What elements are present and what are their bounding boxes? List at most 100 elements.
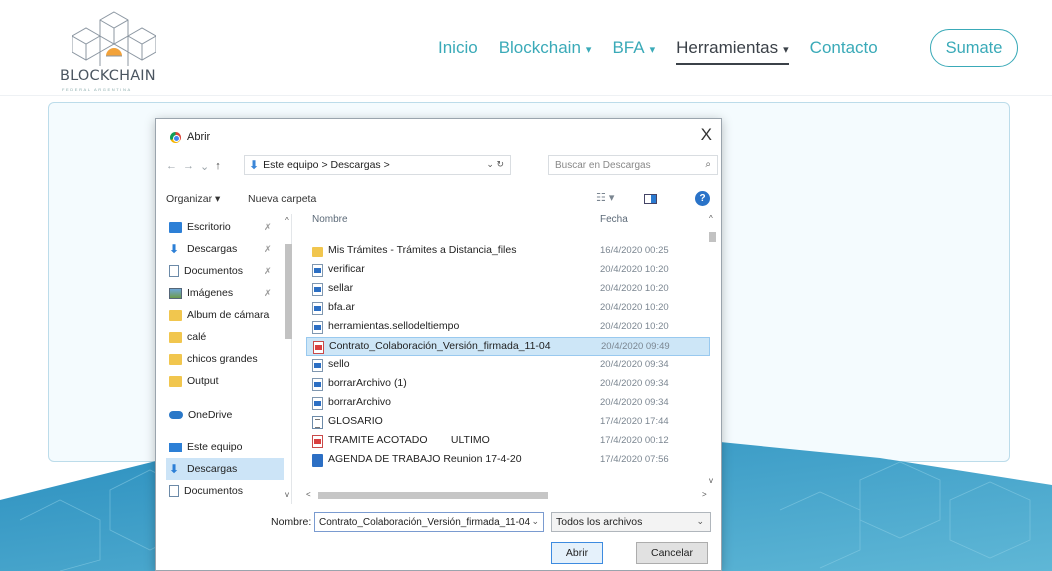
navigation-pane: Escritorio ✗ ⬇ Descargas ✗ Documentos ✗ … bbox=[166, 214, 292, 504]
view-options-icon[interactable]: ☷ ▾ bbox=[596, 191, 614, 204]
scrollbar-thumb[interactable] bbox=[285, 244, 292, 339]
forward-icon[interactable]: → bbox=[183, 160, 194, 172]
pin-icon: ✗ bbox=[264, 221, 272, 232]
file-row[interactable]: borrarArchivo (1) 20/4/2020 09:34 bbox=[306, 375, 710, 394]
scroll-up-icon[interactable]: ^ bbox=[285, 216, 289, 225]
sidebar-item-label: Escritorio bbox=[187, 221, 231, 233]
navigation-scrollbar[interactable]: ^ v bbox=[285, 216, 293, 499]
nav-label: Herramientas bbox=[676, 38, 779, 57]
back-icon[interactable]: ← bbox=[166, 160, 177, 172]
file-row[interactable]: sellar 20/4/2020 10:20 bbox=[306, 280, 710, 299]
file-row[interactable]: AGENDA DE TRABAJO Reunion 17-4-20 17/4/2… bbox=[306, 451, 710, 470]
filename-label: Nombre: bbox=[271, 516, 312, 528]
document-file-icon bbox=[312, 416, 323, 429]
sidebar-item-label: calé bbox=[187, 331, 207, 343]
search-input[interactable]: Buscar en Descargas ⌕ bbox=[548, 155, 718, 175]
pdf-file-icon bbox=[313, 341, 324, 354]
sidebar-item-chicos-grandes[interactable]: chicos grandes bbox=[166, 348, 284, 370]
pdf-file-icon bbox=[312, 435, 323, 448]
chevron-down-icon[interactable]: ⌄ bbox=[531, 516, 539, 527]
file-date: 20/4/2020 09:49 bbox=[601, 341, 670, 352]
scrollbar-thumb[interactable] bbox=[709, 232, 716, 242]
file-date: 20/4/2020 09:34 bbox=[600, 359, 669, 370]
address-row: ← → ⌄ ↑ ⬇ Este equipo > Descargas > ⌄ ↻ … bbox=[166, 155, 718, 177]
scroll-left-icon[interactable]: < bbox=[306, 490, 311, 499]
address-bar[interactable]: ⬇ Este equipo > Descargas > ⌄ ↻ bbox=[244, 155, 511, 175]
blockchain-logo[interactable]: BLOCKCHAIN FEDERAL ARGENTINA bbox=[58, 10, 168, 92]
logo-text: BLOCKCHAIN bbox=[60, 68, 156, 84]
file-date: 20/4/2020 10:20 bbox=[600, 321, 669, 332]
nav-item-bfa[interactable]: BFA ▾ bbox=[612, 38, 655, 58]
file-row[interactable]: borrarArchivo 20/4/2020 09:34 bbox=[306, 394, 710, 413]
site-header: BLOCKCHAIN FEDERAL ARGENTINA Inicio Bloc… bbox=[0, 0, 1052, 96]
file-row[interactable]: sello 20/4/2020 09:34 bbox=[306, 356, 710, 375]
file-row[interactable]: TRAMITE ACOTADO ULTIMO 17/4/2020 00:12 bbox=[306, 432, 710, 451]
html-file-icon bbox=[312, 283, 323, 296]
nav-item-herramientas[interactable]: Herramientas ▾ bbox=[676, 38, 789, 65]
column-header-date[interactable]: Fecha bbox=[600, 214, 628, 225]
file-name: borrarArchivo bbox=[328, 396, 392, 408]
sidebar-item-documentos-pc[interactable]: Documentos bbox=[166, 480, 284, 502]
sumate-button[interactable]: Sumate bbox=[930, 29, 1018, 67]
sidebar-item-album[interactable]: Album de cámara bbox=[166, 304, 284, 326]
downloads-icon: ⬇ bbox=[169, 241, 180, 256]
filetype-value: Todos los archivos bbox=[556, 516, 643, 528]
file-row[interactable]: herramientas.sellodeltiempo 20/4/2020 10… bbox=[306, 318, 710, 337]
dialog-title: Abrir bbox=[187, 131, 211, 143]
documents-icon bbox=[169, 265, 179, 277]
nav-item-inicio[interactable]: Inicio bbox=[438, 38, 478, 58]
html-file-icon bbox=[312, 264, 323, 277]
file-row[interactable]: Mis Trámites - Trámites a Distancia_file… bbox=[306, 242, 710, 261]
pin-icon: ✗ bbox=[264, 287, 272, 298]
file-row-selected[interactable]: Contrato_Colaboración_Versión_firmada_11… bbox=[306, 337, 710, 356]
sidebar-item-imagenes[interactable]: Imágenes ✗ bbox=[166, 282, 284, 304]
scroll-down-icon[interactable]: v bbox=[285, 490, 289, 499]
close-button[interactable]: X bbox=[701, 125, 712, 145]
refresh-icon[interactable]: ⌄ ↻ bbox=[486, 159, 504, 170]
chrome-icon bbox=[170, 131, 181, 143]
open-button[interactable]: Abrir bbox=[551, 542, 603, 564]
scroll-right-icon[interactable]: > bbox=[702, 490, 707, 499]
filename-input[interactable]: Contrato_Colaboración_Versión_firmada_11… bbox=[314, 512, 544, 532]
html-file-icon bbox=[312, 302, 323, 315]
up-icon[interactable]: ↑ bbox=[215, 160, 221, 172]
sidebar-item-label: Este equipo bbox=[187, 441, 243, 453]
sidebar-item-este-equipo[interactable]: Este equipo bbox=[166, 436, 284, 458]
file-date: 20/4/2020 10:20 bbox=[600, 302, 669, 313]
sidebar-item-descargas[interactable]: ⬇ Descargas ✗ bbox=[166, 238, 284, 260]
file-row[interactable]: GLOSARIO 17/4/2020 17:44 bbox=[306, 413, 710, 432]
nav-item-blockchain[interactable]: Blockchain ▾ bbox=[499, 38, 592, 58]
file-list-scrollbar[interactable]: ^ v bbox=[709, 214, 717, 504]
nav-item-contacto[interactable]: Contacto bbox=[810, 38, 878, 58]
organize-button[interactable]: Organizar ▾ bbox=[166, 193, 220, 205]
scrollbar-thumb[interactable] bbox=[318, 492, 548, 499]
page: BLOCKCHAIN FEDERAL ARGENTINA Inicio Bloc… bbox=[0, 0, 1052, 571]
help-icon[interactable]: ? bbox=[695, 191, 710, 206]
recent-locations-icon[interactable]: ⌄ bbox=[200, 160, 209, 173]
file-row[interactable]: bfa.ar 20/4/2020 10:20 bbox=[306, 299, 710, 318]
file-date: 20/4/2020 09:34 bbox=[600, 378, 669, 389]
sidebar-item-label: chicos grandes bbox=[187, 353, 258, 365]
preview-pane-icon[interactable] bbox=[644, 194, 657, 204]
sidebar-item-onedrive[interactable]: OneDrive bbox=[166, 404, 284, 426]
logo-cubes-icon bbox=[72, 11, 156, 66]
sidebar-item-descargas-pc[interactable]: ⬇ Descargas bbox=[166, 458, 284, 480]
column-header-name[interactable]: Nombre bbox=[312, 214, 348, 225]
file-name: AGENDA DE TRABAJO Reunion 17-4-20 bbox=[328, 453, 522, 465]
sidebar-item-output[interactable]: Output bbox=[166, 370, 284, 392]
main-nav: Inicio Blockchain ▾ BFA ▾ Herramientas ▾ Co… bbox=[438, 33, 899, 65]
scroll-up-icon[interactable]: ^ bbox=[709, 214, 713, 223]
file-name: sellar bbox=[328, 282, 354, 294]
filetype-select[interactable]: Todos los archivos ⌄ bbox=[551, 512, 711, 532]
horizontal-scrollbar[interactable]: < > bbox=[306, 489, 710, 501]
scroll-down-icon[interactable]: v bbox=[709, 476, 713, 485]
sidebar-item-documentos[interactable]: Documentos ✗ bbox=[166, 260, 284, 282]
sidebar-item-cale[interactable]: calé bbox=[166, 326, 284, 348]
cancel-button[interactable]: Cancelar bbox=[636, 542, 708, 564]
sidebar-item-label: Documentos bbox=[184, 265, 243, 277]
file-row[interactable]: verificar 20/4/2020 10:20 bbox=[306, 261, 710, 280]
filename-value: Contrato_Colaboración_Versión_firmada_11… bbox=[319, 516, 531, 528]
sidebar-item-escritorio[interactable]: Escritorio ✗ bbox=[166, 216, 284, 238]
nav-label: Blockchain bbox=[498, 38, 581, 57]
new-folder-button[interactable]: Nueva carpeta bbox=[248, 193, 316, 205]
